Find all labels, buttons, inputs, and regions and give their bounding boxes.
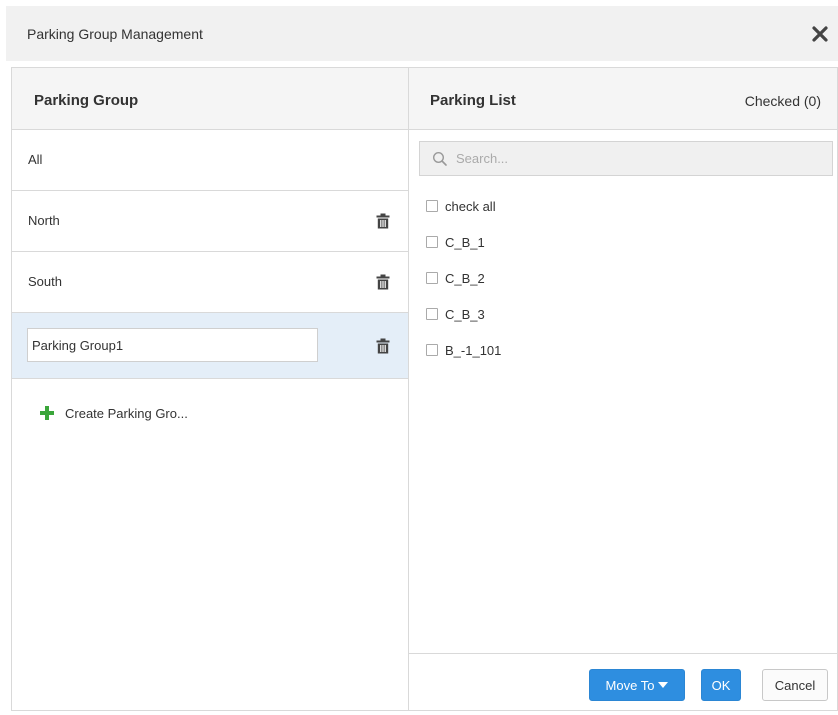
parking-item-label: C_B_3 bbox=[445, 306, 485, 322]
create-parking-group-button[interactable]: Create Parking Gro... bbox=[40, 404, 188, 422]
group-item-label: North bbox=[28, 213, 60, 228]
parking-list-title: Parking List bbox=[430, 92, 516, 109]
parking-group-title: Parking Group bbox=[34, 92, 139, 109]
dialog-header: Parking Group Management bbox=[6, 6, 838, 61]
create-parking-group-label: Create Parking Gro... bbox=[65, 405, 188, 421]
plus-icon bbox=[40, 406, 54, 420]
group-item-all[interactable]: All bbox=[12, 130, 408, 191]
checkbox[interactable] bbox=[426, 272, 438, 284]
checkbox[interactable] bbox=[426, 236, 438, 248]
parking-group-panel: Parking Group All North South Parking Gr… bbox=[12, 68, 409, 710]
trash-icon[interactable] bbox=[376, 213, 390, 229]
group-item-north[interactable]: North bbox=[12, 191, 408, 252]
parking-list-item[interactable]: C_B_1 bbox=[426, 234, 485, 250]
checkbox[interactable] bbox=[426, 200, 438, 212]
group-item-label: All bbox=[28, 152, 43, 167]
checkbox[interactable] bbox=[426, 344, 438, 356]
trash-icon[interactable] bbox=[376, 338, 390, 354]
group-item-editing[interactable] bbox=[12, 313, 408, 379]
parking-list-header: Parking List Checked (0) bbox=[409, 68, 837, 130]
dialog-title: Parking Group Management bbox=[27, 26, 203, 42]
ok-button[interactable]: OK bbox=[701, 669, 741, 701]
cancel-label: Cancel bbox=[774, 677, 816, 693]
parking-item-label: C_B_2 bbox=[445, 270, 485, 286]
search-icon bbox=[432, 151, 448, 167]
move-to-button[interactable]: Move To bbox=[589, 669, 685, 701]
checkbox[interactable] bbox=[426, 308, 438, 320]
parking-group-dialog: Parking Group Management Parking Group A… bbox=[0, 0, 838, 715]
search-input[interactable]: Search... bbox=[419, 141, 833, 176]
check-all-label: check all bbox=[445, 198, 496, 214]
ok-label: OK bbox=[711, 677, 731, 693]
dialog-body: Parking Group All North South Parking Gr… bbox=[11, 67, 838, 711]
parking-list-panel: Parking List Checked (0) Search... check… bbox=[409, 68, 837, 710]
group-item-south[interactable]: South bbox=[12, 252, 408, 313]
group-item-label: South bbox=[28, 274, 62, 289]
check-all-row[interactable]: check all bbox=[426, 198, 496, 214]
parking-list-item[interactable]: C_B_3 bbox=[426, 306, 485, 322]
parking-list-item[interactable]: B_-1_101 bbox=[426, 342, 501, 358]
search-placeholder: Search... bbox=[456, 151, 509, 166]
caret-down-icon bbox=[658, 682, 669, 688]
parking-list-item[interactable]: C_B_2 bbox=[426, 270, 485, 286]
group-name-input[interactable] bbox=[27, 328, 318, 362]
parking-group-header: Parking Group bbox=[12, 68, 408, 130]
close-icon[interactable] bbox=[810, 24, 830, 44]
cancel-button[interactable]: Cancel bbox=[762, 669, 828, 701]
dialog-footer: Move To OK Cancel bbox=[409, 653, 837, 710]
trash-icon[interactable] bbox=[376, 274, 390, 290]
parking-item-label: B_-1_101 bbox=[445, 342, 502, 358]
parking-item-label: C_B_1 bbox=[445, 234, 485, 250]
checked-count: Checked (0) bbox=[744, 93, 821, 109]
move-to-label: Move To bbox=[605, 677, 655, 693]
